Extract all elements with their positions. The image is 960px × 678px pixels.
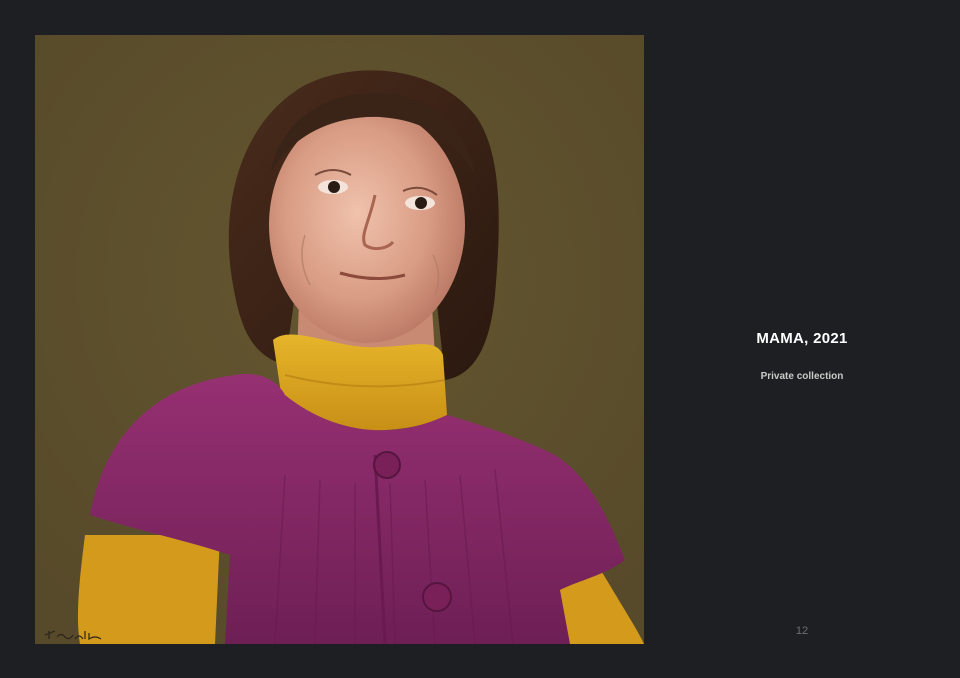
artwork-title: MAMA, 2021 [756, 330, 848, 347]
portrait-painting [35, 35, 644, 644]
portrait-illustration [35, 35, 644, 644]
portfolio-page: MAMA, 2021 Private collection 12 [0, 0, 960, 678]
page-number: 12 [795, 625, 809, 637]
left-sleeve [77, 535, 221, 644]
button-top [373, 451, 401, 479]
artwork-collection: Private collection [760, 371, 844, 382]
button-bottom [422, 582, 452, 612]
